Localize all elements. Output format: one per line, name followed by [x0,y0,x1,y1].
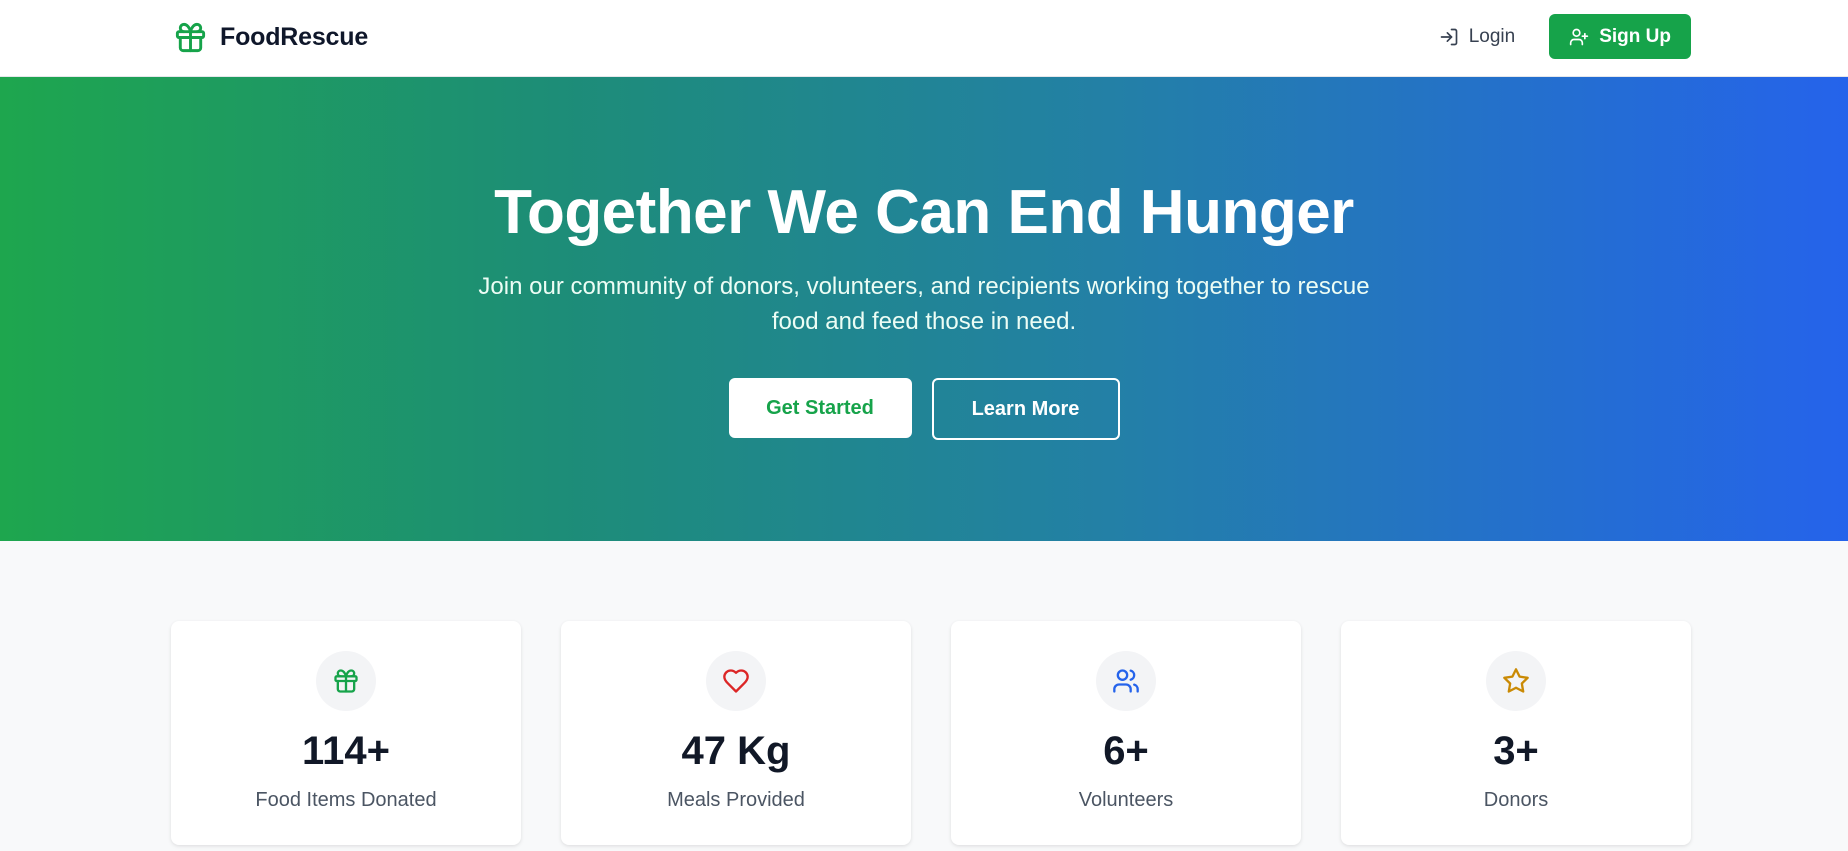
users-icon [1113,669,1139,693]
login-link[interactable]: Login [1433,18,1522,56]
stat-icon-container [706,651,766,711]
stat-label: Donors [1483,789,1549,811]
log-in-icon [1440,28,1458,45]
stat-label: Meals Provided [667,789,805,811]
star-icon [1503,668,1529,693]
hero-title: Together We Can End Hunger [494,178,1354,247]
hero-subtitle: Join our community of donors, volunteers… [478,273,1370,335]
stat-icon-container [1486,651,1546,711]
gift-icon [175,22,206,52]
stat-card-meals: 47 Kg Meals Provided [561,621,911,845]
hero-cta-group: Get Started Learn More [0,378,1848,440]
stat-card-volunteers: 6+ Volunteers [951,621,1301,845]
stat-card-donors: 3+ Donors [1341,621,1691,845]
stat-label: Food Items Donated [255,789,437,811]
stat-icon-container [1096,651,1156,711]
sign-up-button[interactable]: Sign Up [1549,14,1691,59]
login-label: Login [1468,25,1516,47]
stat-value: 6+ [1103,729,1149,773]
stat-label: Volunteers [1078,789,1174,811]
top-navbar: FoodRescue Login Sign Up [0,0,1848,77]
stats-section: 114+ Food Items Donated 47 Kg Meals Prov… [171,621,1691,845]
stat-icon-container [316,651,376,711]
stat-card-food-items: 114+ Food Items Donated [171,621,521,845]
brand-name: FoodRescue [220,22,369,51]
nav-actions: Login Sign Up [1433,14,1691,59]
stat-value: 47 Kg [681,729,791,773]
learn-more-button[interactable]: Learn More [931,378,1120,440]
brand-logo-link[interactable]: FoodRescue [173,17,368,57]
user-plus-icon [1570,28,1589,45]
hero-section: Together We Can End Hunger Join our comm… [0,77,1848,541]
sign-up-label: Sign Up [1599,25,1671,47]
get-started-button[interactable]: Get Started [728,378,912,438]
stat-value: 3+ [1493,729,1539,773]
gift-icon [334,669,358,693]
heart-icon [723,669,749,693]
stat-value: 114+ [302,729,390,773]
